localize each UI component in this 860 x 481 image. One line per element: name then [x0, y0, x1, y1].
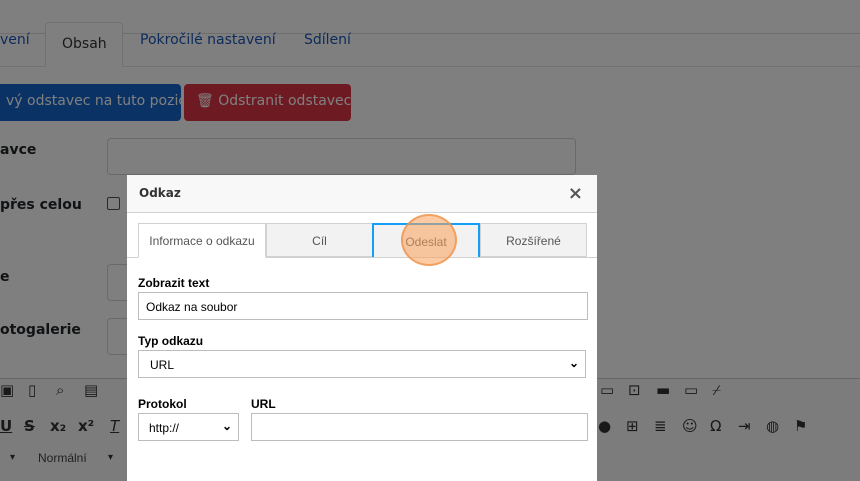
link-dialog: Odkaz × Informace o odkazu Cíl Odeslat R… — [127, 175, 597, 481]
protocol-select[interactable]: http://⌄ — [138, 413, 239, 441]
protocol-label: Protokol — [138, 397, 187, 411]
dialog-header: Odkaz — [127, 175, 597, 213]
display-text-input[interactable]: Odkaz na soubor — [138, 292, 588, 320]
url-input[interactable] — [251, 413, 588, 441]
display-text-label: Zobrazit text — [138, 276, 210, 290]
url-label: URL — [251, 397, 276, 411]
tab-advanced[interactable]: Rozšířené — [480, 223, 587, 257]
tab-target[interactable]: Cíl — [266, 223, 373, 257]
tab-link-info[interactable]: Informace o odkazu — [138, 223, 266, 258]
link-type-label: Typ odkazu — [138, 334, 204, 348]
dialog-title: Odkaz — [139, 186, 181, 200]
chevron-down-icon: ⌄ — [568, 356, 579, 370]
link-type-select[interactable]: URL ⌄ — [138, 350, 586, 378]
click-indicator — [401, 214, 457, 266]
chevron-down-icon: ⌄ — [221, 419, 232, 433]
close-icon[interactable]: × — [568, 183, 583, 204]
